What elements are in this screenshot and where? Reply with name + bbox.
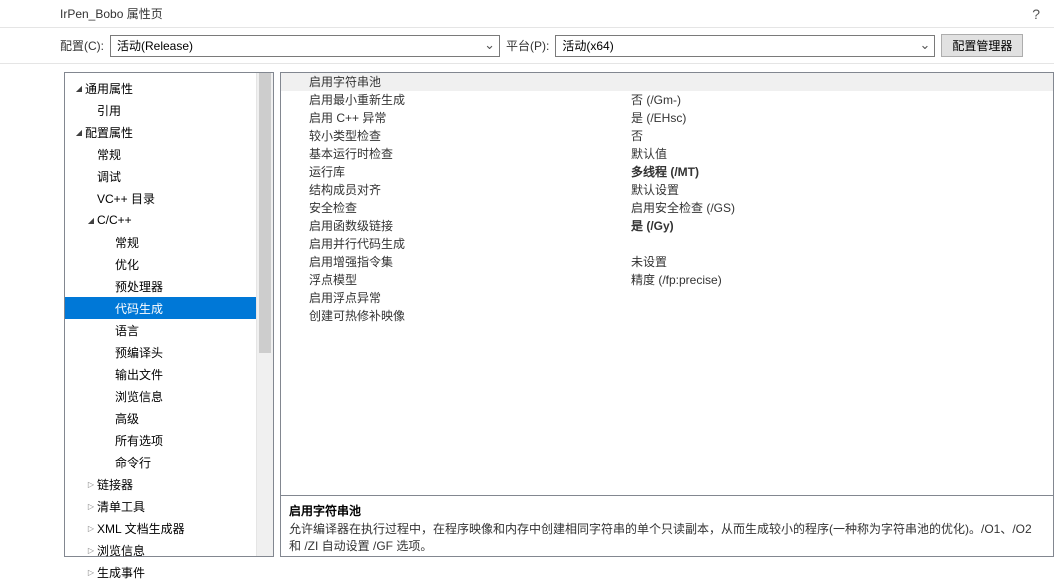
property-grid: 启用字符串池启用最小重新生成否 (/Gm-)启用 C++ 异常是 (/EHsc)…	[280, 72, 1054, 495]
property-label: 运行库	[281, 163, 631, 180]
description-panel: 启用字符串池 允许编译器在执行过程中，在程序映像和内存中创建相同字符串的单个只读…	[280, 495, 1054, 557]
config-manager-button[interactable]: 配置管理器	[941, 34, 1023, 57]
property-value[interactable]: 否	[631, 127, 1053, 144]
property-value[interactable]: 默认设置	[631, 181, 1053, 198]
tree-ccpp-precomp[interactable]: 预编译头	[65, 341, 273, 363]
property-row[interactable]: 结构成员对齐默认设置	[281, 181, 1053, 199]
property-label: 基本运行时检查	[281, 145, 631, 162]
property-row[interactable]: 启用 C++ 异常是 (/EHsc)	[281, 109, 1053, 127]
tree-ccpp-allopts[interactable]: 所有选项	[65, 429, 273, 451]
config-dropdown[interactable]: 活动(Release)	[110, 35, 500, 57]
property-row[interactable]: 较小类型检查否	[281, 127, 1053, 145]
toolbar: 配置(C): 活动(Release) 平台(P): 活动(x64) 配置管理器	[0, 28, 1054, 64]
tree-ccpp-advanced[interactable]: 高级	[65, 407, 273, 429]
chevron-right-icon	[85, 523, 97, 534]
property-label: 创建可热修补映像	[281, 307, 631, 324]
tree-general[interactable]: 常规	[65, 143, 273, 165]
property-row[interactable]: 浮点模型精度 (/fp:precise)	[281, 271, 1053, 289]
property-label: 启用 C++ 异常	[281, 109, 631, 126]
chevron-right-icon	[85, 479, 97, 490]
property-value[interactable]: 精度 (/fp:precise)	[631, 271, 1053, 288]
tree-browseinfo[interactable]: 浏览信息	[65, 539, 273, 561]
property-label: 浮点模型	[281, 271, 631, 288]
chevron-down-icon	[73, 83, 85, 94]
tree-linker[interactable]: 链接器	[65, 473, 273, 495]
property-label: 启用字符串池	[281, 73, 631, 90]
tree-config-props[interactable]: 配置属性	[65, 121, 273, 143]
property-value[interactable]: 未设置	[631, 253, 1053, 270]
property-row[interactable]: 启用浮点异常	[281, 289, 1053, 307]
property-label: 启用浮点异常	[281, 289, 631, 306]
property-label: 启用并行代码生成	[281, 235, 631, 252]
chevron-down-icon	[85, 215, 97, 226]
window-title: IrPen_Bobo 属性页	[60, 5, 163, 22]
config-label: 配置(C):	[60, 37, 104, 54]
property-row[interactable]: 基本运行时检查默认值	[281, 145, 1053, 163]
property-value[interactable]: 启用安全检查 (/GS)	[631, 199, 1053, 216]
nav-tree: 通用属性 引用 配置属性 常规 调试 VC++ 目录 C/C++ 常规 优化 预…	[65, 73, 273, 587]
tree-ccpp-codegen[interactable]: 代码生成	[65, 297, 273, 319]
property-value[interactable]: 是 (/Gy)	[631, 217, 1053, 234]
property-label: 启用最小重新生成	[281, 91, 631, 108]
property-value[interactable]: 多线程 (/MT)	[631, 163, 1053, 180]
tree-xmlgen[interactable]: XML 文档生成器	[65, 517, 273, 539]
chevron-down-icon	[73, 127, 85, 138]
main-area: 通用属性 引用 配置属性 常规 调试 VC++ 目录 C/C++ 常规 优化 预…	[0, 64, 1054, 565]
tree-ccpp[interactable]: C/C++	[65, 209, 273, 231]
tree-vcdirs[interactable]: VC++ 目录	[65, 187, 273, 209]
tree-panel: 通用属性 引用 配置属性 常规 调试 VC++ 目录 C/C++ 常规 优化 预…	[64, 72, 274, 557]
help-icon[interactable]: ?	[1026, 6, 1046, 22]
tree-ccpp-cmdline[interactable]: 命令行	[65, 451, 273, 473]
scrollbar-thumb[interactable]	[259, 73, 271, 353]
tree-common-props[interactable]: 通用属性	[65, 77, 273, 99]
tree-manifest[interactable]: 清单工具	[65, 495, 273, 517]
property-row[interactable]: 启用最小重新生成否 (/Gm-)	[281, 91, 1053, 109]
tree-buildevents[interactable]: 生成事件	[65, 561, 273, 583]
tree-debug[interactable]: 调试	[65, 165, 273, 187]
property-value[interactable]: 默认值	[631, 145, 1053, 162]
description-text: 允许编译器在执行过程中，在程序映像和内存中创建相同字符串的单个只读副本，从而生成…	[289, 521, 1045, 555]
property-row[interactable]: 安全检查启用安全检查 (/GS)	[281, 199, 1053, 217]
title-bar: IrPen_Bobo 属性页 ?	[0, 0, 1054, 28]
property-row[interactable]: 运行库多线程 (/MT)	[281, 163, 1053, 181]
property-value[interactable]: 否 (/Gm-)	[631, 91, 1053, 108]
platform-dropdown[interactable]: 活动(x64)	[555, 35, 935, 57]
tree-ccpp-preproc[interactable]: 预处理器	[65, 275, 273, 297]
property-label: 安全检查	[281, 199, 631, 216]
property-value[interactable]: 是 (/EHsc)	[631, 109, 1053, 126]
tree-ccpp-lang[interactable]: 语言	[65, 319, 273, 341]
property-row[interactable]: 启用增强指令集未设置	[281, 253, 1053, 271]
tree-ccpp-browse[interactable]: 浏览信息	[65, 385, 273, 407]
property-row[interactable]: 启用并行代码生成	[281, 235, 1053, 253]
property-row[interactable]: 创建可热修补映像	[281, 307, 1053, 325]
tree-ccpp-optim[interactable]: 优化	[65, 253, 273, 275]
platform-label: 平台(P):	[506, 37, 549, 54]
property-label: 启用函数级链接	[281, 217, 631, 234]
property-label: 启用增强指令集	[281, 253, 631, 270]
tree-ccpp-general[interactable]: 常规	[65, 231, 273, 253]
description-title: 启用字符串池	[289, 502, 1045, 519]
property-label: 结构成员对齐	[281, 181, 631, 198]
chevron-right-icon	[85, 545, 97, 556]
property-label: 较小类型检查	[281, 127, 631, 144]
right-pane: 启用字符串池启用最小重新生成否 (/Gm-)启用 C++ 异常是 (/EHsc)…	[280, 72, 1054, 557]
tree-ccpp-output[interactable]: 输出文件	[65, 363, 273, 385]
chevron-right-icon	[85, 567, 97, 578]
tree-scrollbar[interactable]	[256, 73, 273, 556]
chevron-right-icon	[85, 501, 97, 512]
config-value: 活动(Release)	[117, 37, 193, 54]
property-row[interactable]: 启用字符串池	[281, 73, 1053, 91]
property-row[interactable]: 启用函数级链接是 (/Gy)	[281, 217, 1053, 235]
platform-value: 活动(x64)	[562, 37, 613, 54]
tree-reference[interactable]: 引用	[65, 99, 273, 121]
